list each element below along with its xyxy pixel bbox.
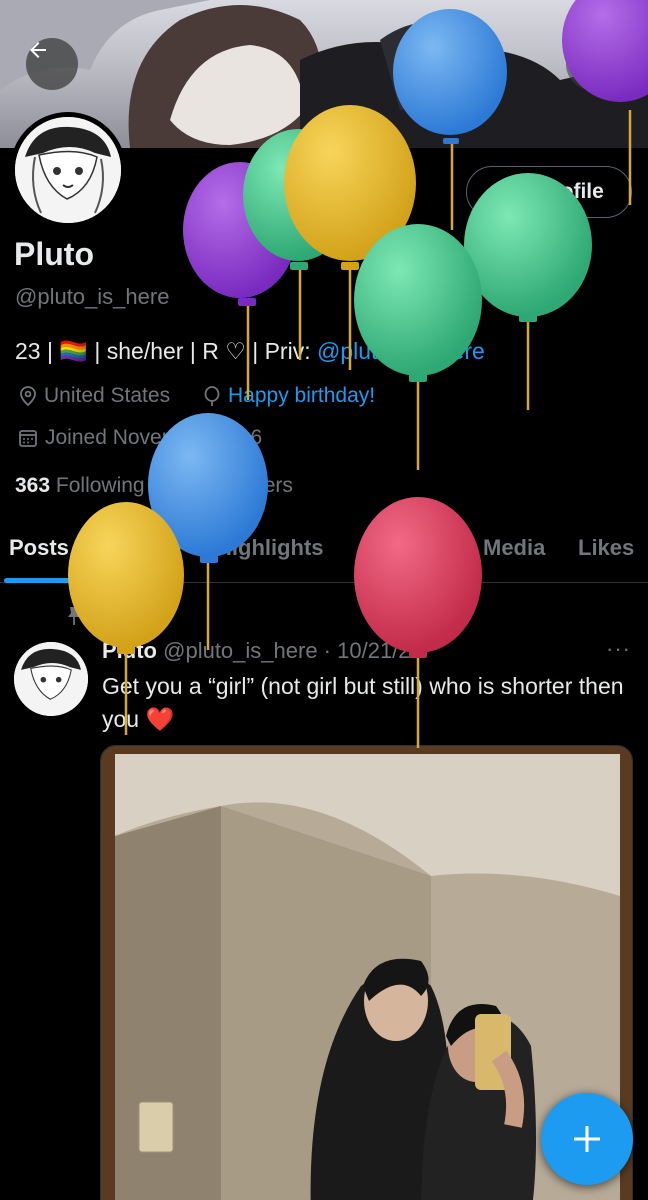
edit-profile-button[interactable]: Edit profile xyxy=(466,166,632,218)
post-author-handle[interactable]: @pluto_is_here xyxy=(163,638,317,663)
plus-icon xyxy=(574,1126,600,1152)
profile-handle: @pluto_is_here xyxy=(15,284,170,309)
balloon-teal xyxy=(243,129,353,360)
post-author-avatar[interactable] xyxy=(14,642,88,716)
location-text: United States xyxy=(44,384,171,407)
followers-label: Followers xyxy=(203,474,293,497)
compose-post-button[interactable] xyxy=(541,1093,633,1185)
post-header: Pluto @pluto_is_here · 10/21/23 xyxy=(102,638,423,664)
location-pin-icon xyxy=(20,386,36,407)
pinned-text: Pinned xyxy=(94,605,158,626)
profile-name: Pluto xyxy=(14,236,94,272)
following-count: 363 xyxy=(15,474,51,497)
profile-joined: Joined November 2016 xyxy=(18,426,262,450)
profile-tabs: Posts Replies Highlights Articles Media … xyxy=(0,525,648,583)
followers-link[interactable]: 279 Followers xyxy=(162,474,293,497)
avatar-artwork xyxy=(15,117,121,223)
arrow-left-icon xyxy=(30,42,46,58)
pin-icon xyxy=(68,607,80,625)
calendar-icon xyxy=(19,430,37,447)
followers-count: 279 xyxy=(162,474,198,497)
post-text: Get you a “girl” (not girl but still) wh… xyxy=(102,670,632,736)
tab-replies[interactable]: Replies xyxy=(99,535,177,561)
active-tab-indicator xyxy=(4,578,82,583)
tab-likes[interactable]: Likes xyxy=(578,535,634,561)
bio-flag: 🏳️‍🌈 xyxy=(59,338,88,364)
tab-articles[interactable]: Articles xyxy=(363,535,444,561)
tab-posts[interactable]: Posts xyxy=(9,535,69,561)
more-options-button[interactable]: ··· xyxy=(606,636,631,662)
heart-emoji: ❤️ xyxy=(145,706,175,732)
back-button[interactable] xyxy=(26,38,78,90)
post-separator: · xyxy=(317,638,338,663)
following-label: Following xyxy=(55,474,145,497)
search-icon xyxy=(568,40,588,60)
birthday-text: Happy birthday! xyxy=(228,384,376,407)
bio-text-middle: | she/her | R ♡ | Priv: xyxy=(87,338,317,364)
pinned-label: Pinned xyxy=(66,605,157,627)
following-link[interactable]: 363 Following xyxy=(15,474,145,497)
tab-media[interactable]: Media xyxy=(483,535,545,561)
profile-birthday: Happy birthday! xyxy=(202,384,375,408)
search-button[interactable] xyxy=(566,38,618,90)
profile-location: United States xyxy=(18,384,170,408)
profile-bio: 23 | 🏳️‍🌈 | she/her | R ♡ | Priv: @pluto… xyxy=(15,338,485,365)
tab-highlights[interactable]: Highlights xyxy=(216,535,324,561)
balloon-icon xyxy=(204,386,220,406)
profile-avatar[interactable] xyxy=(10,112,126,228)
bio-text-prefix: 23 | xyxy=(15,338,60,364)
post-body: Get you a “girl” (not girl but still) wh… xyxy=(102,673,624,732)
avatar-artwork-small xyxy=(14,642,88,716)
joined-text: Joined November 2016 xyxy=(45,426,263,449)
post-author-name[interactable]: Pluto xyxy=(102,638,157,663)
bio-mention-link[interactable]: @pluto_is_there xyxy=(317,338,485,364)
post-date[interactable]: 10/21/23 xyxy=(337,638,423,663)
follow-stats: 363 Following 279 Followers xyxy=(15,474,293,498)
